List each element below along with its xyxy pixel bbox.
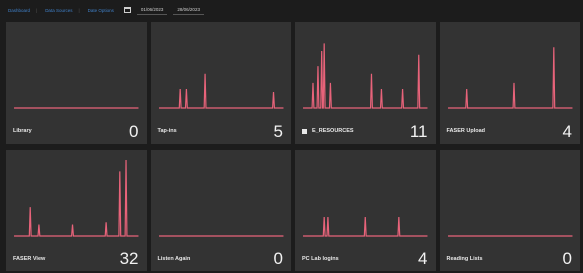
- metric-card[interactable]: Library 0: [6, 22, 147, 144]
- nav-link-data-sources[interactable]: Data Sources: [45, 8, 72, 13]
- card-value: 0: [562, 249, 572, 268]
- metric-card[interactable]: FASER View 32: [6, 149, 147, 271]
- card-title: FASER Upload: [447, 128, 486, 134]
- card-title-text: FASER Upload: [446, 128, 486, 134]
- nav-link-dashboard[interactable]: Dashboard: [8, 8, 30, 13]
- series-line: [159, 74, 283, 108]
- separator: |: [78, 7, 80, 13]
- sparkline-chart: [151, 150, 292, 250]
- card-title: Listen Again: [158, 256, 191, 262]
- card-title: PC Lab logins: [302, 256, 339, 262]
- card-title-text: E_RESOURCES: [312, 128, 354, 134]
- nav-link-date-options[interactable]: Date Options: [88, 8, 114, 13]
- sparkline-chart: [440, 150, 581, 250]
- card-title-text: Reading Lists: [446, 255, 483, 262]
- card-title: Library: [13, 128, 32, 134]
- card-value: 0: [129, 121, 139, 141]
- dashboard-grid: Library 0 Tap-ins 5 E_RESOURCES 11 FASER Uploa…: [6, 22, 580, 271]
- card-title: FASER View: [13, 256, 45, 262]
- metric-card[interactable]: PC Lab logins 4: [295, 149, 436, 271]
- card-title-text: Library: [13, 128, 32, 134]
- metric-card[interactable]: Tap-ins 5: [150, 22, 292, 144]
- top-toolbar: Dashboard | Data Sources | Date Options …: [0, 0, 583, 20]
- card-value: 11: [409, 121, 428, 141]
- sparkline-chart: [6, 22, 147, 122]
- metric-card[interactable]: E_RESOURCES 11: [295, 22, 436, 144]
- card-title-text: PC Lab logins: [302, 255, 339, 262]
- card-value: 4: [562, 121, 572, 141]
- metric-card[interactable]: FASER Upload 4: [439, 22, 581, 144]
- series-line: [14, 160, 138, 236]
- metric-card[interactable]: Reading Lists 0: [439, 149, 581, 271]
- series-line: [303, 217, 427, 236]
- calendar-icon[interactable]: [123, 7, 131, 13]
- separator: |: [36, 7, 38, 13]
- card-value: 32: [119, 249, 139, 268]
- date-from-field[interactable]: 01/06/2023: [136, 5, 168, 15]
- sparkline-chart: [440, 22, 581, 122]
- document-icon: [302, 128, 307, 134]
- series-line: [303, 43, 427, 108]
- sparkline-chart: [6, 150, 147, 250]
- date-to-field[interactable]: 28/06/2023: [173, 5, 204, 15]
- series-line: [448, 47, 572, 108]
- card-title: E_RESOURCES: [302, 128, 354, 134]
- sparkline-chart: [151, 22, 292, 122]
- card-value: 0: [273, 249, 283, 268]
- metric-card[interactable]: Listen Again 0: [150, 149, 292, 271]
- card-title-text: Listen Again: [157, 255, 191, 262]
- sparkline-chart: [295, 150, 436, 250]
- card-title-text: FASER View: [13, 255, 46, 262]
- card-title-text: Tap-ins: [157, 128, 177, 134]
- sparkline-chart: [295, 22, 436, 122]
- card-value: 5: [273, 121, 283, 141]
- card-title: Tap-ins: [158, 128, 177, 134]
- card-value: 4: [418, 249, 428, 268]
- card-title: Reading Lists: [447, 256, 483, 262]
